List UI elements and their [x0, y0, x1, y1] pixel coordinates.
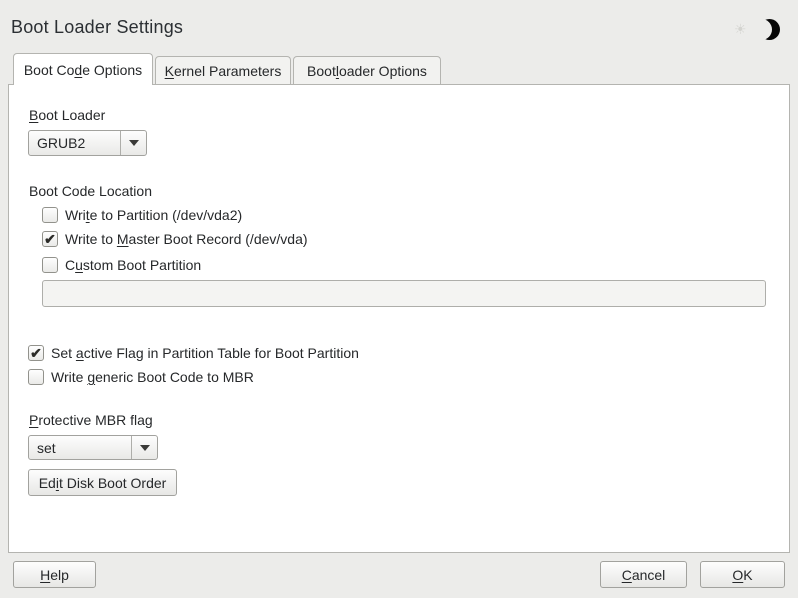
tab-label: Kernel Parameters: [165, 63, 282, 79]
protective-mbr-selected-value: set: [29, 440, 131, 456]
help-button[interactable]: Help: [13, 561, 96, 588]
checkbox-box[interactable]: [28, 369, 44, 385]
boot-code-options-panel: Boot Loader GRUB2 Boot Code Location Wri…: [8, 84, 790, 553]
checkbox-write-to-mbr[interactable]: ✔ Write to Master Boot Record (/dev/vda): [42, 230, 308, 248]
chevron-down-icon: [131, 436, 157, 459]
tab-kernel-parameters[interactable]: Kernel Parameters: [155, 56, 291, 85]
checkbox-box[interactable]: ✔: [28, 345, 44, 361]
checkbox-label: Write to Master Boot Record (/dev/vda): [65, 231, 308, 247]
boot-loader-select[interactable]: GRUB2: [28, 130, 147, 156]
theme-toggle[interactable]: ☀: [734, 19, 782, 41]
checkbox-write-generic-boot-code[interactable]: Write generic Boot Code to MBR: [28, 368, 254, 386]
ok-button[interactable]: OK: [700, 561, 785, 588]
protective-mbr-label: Protective MBR flag: [29, 412, 153, 429]
tab-boot-code-options[interactable]: Boot Code Options: [13, 53, 153, 85]
custom-boot-partition-input[interactable]: [42, 280, 766, 307]
moon-icon: [759, 19, 780, 40]
chevron-down-icon: [120, 131, 146, 155]
checkbox-label: Set active Flag in Partition Table for B…: [51, 345, 359, 361]
checkbox-label: Write to Partition (/dev/vda2): [65, 207, 242, 223]
button-label: OK: [732, 567, 752, 583]
boot-loader-label: Boot Loader: [29, 107, 105, 124]
edit-disk-boot-order-button[interactable]: Edit Disk Boot Order: [28, 469, 177, 496]
page-title: Boot Loader Settings: [11, 17, 183, 38]
checkbox-box[interactable]: [42, 207, 58, 223]
boot-code-location-label: Boot Code Location: [29, 183, 152, 200]
checkbox-label: Custom Boot Partition: [65, 257, 201, 273]
checkbox-label: Write generic Boot Code to MBR: [51, 369, 254, 385]
tab-label: Bootloader Options: [307, 63, 427, 79]
checkbox-box[interactable]: ✔: [42, 231, 58, 247]
boot-loader-selected-value: GRUB2: [29, 135, 120, 151]
button-label: Help: [40, 567, 69, 583]
button-label: Edit Disk Boot Order: [39, 475, 167, 491]
checkbox-box[interactable]: [42, 257, 58, 273]
button-label: Cancel: [622, 567, 666, 583]
tab-label: Boot Code Options: [24, 62, 142, 78]
checkbox-set-active-flag[interactable]: ✔ Set active Flag in Partition Table for…: [28, 344, 359, 362]
boot-loader-settings-dialog: Boot Loader Settings ☀ Boot Code Options…: [0, 0, 798, 598]
cancel-button[interactable]: Cancel: [600, 561, 687, 588]
tab-bootloader-options[interactable]: Bootloader Options: [293, 56, 441, 85]
checkbox-custom-boot-partition[interactable]: Custom Boot Partition: [42, 256, 201, 274]
protective-mbr-select[interactable]: set: [28, 435, 158, 460]
sun-icon: ☀: [734, 21, 747, 37]
checkbox-write-to-partition[interactable]: Write to Partition (/dev/vda2): [42, 206, 242, 224]
